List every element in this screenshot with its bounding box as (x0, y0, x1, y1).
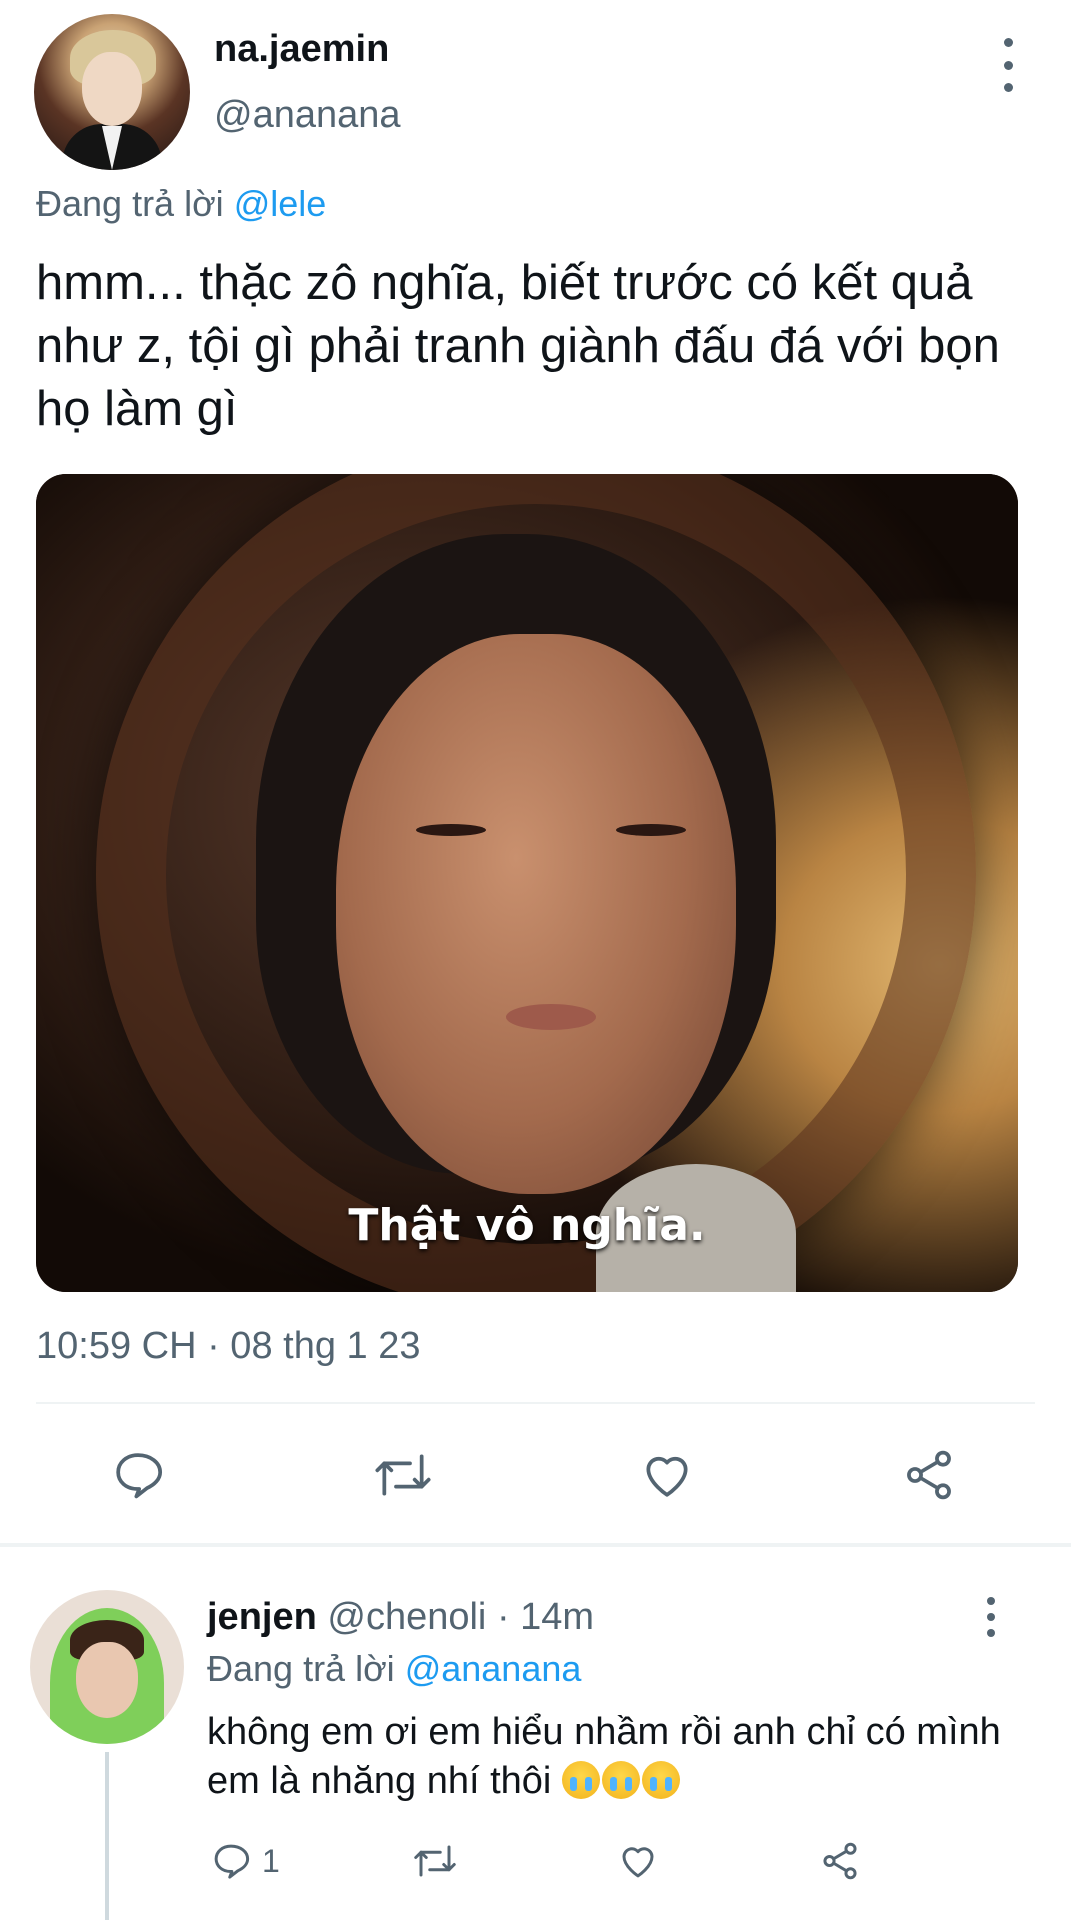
retweet-icon[interactable] (370, 1447, 436, 1503)
replying-to-mention[interactable]: @ananana (405, 1648, 582, 1689)
replying-to: Đang trả lời @lele (36, 183, 326, 225)
reply-retweet-icon[interactable] (410, 1840, 460, 1882)
divider (36, 1402, 1035, 1404)
replying-to-label: Đang trả lời (207, 1648, 405, 1689)
replying-to-label: Đang trả lời (36, 183, 234, 224)
reply-avatar[interactable] (30, 1590, 184, 1744)
replying-to-mention[interactable]: @lele (234, 183, 327, 224)
reply-like-icon[interactable] (616, 1840, 660, 1882)
reply-more-options-icon[interactable] (979, 1597, 1003, 1637)
tweet-timestamp[interactable]: 10:59 CH · 08 thg 1 23 (36, 1325, 420, 1368)
loudly-crying-face-icon (601, 1761, 640, 1799)
loudly-crying-face-icon (561, 1761, 600, 1799)
more-options-icon[interactable] (996, 38, 1020, 92)
thread-line (105, 1752, 109, 1920)
reply-handle[interactable]: @chenoli (327, 1596, 486, 1638)
reply-share-icon[interactable] (818, 1840, 862, 1882)
like-icon[interactable] (638, 1447, 696, 1503)
reply-icon (214, 1844, 250, 1879)
reply-icon[interactable] (110, 1447, 166, 1503)
reply-replying-to: Đang trả lời @ananana (207, 1648, 581, 1690)
user-handle[interactable]: @ananana (214, 94, 401, 137)
media-eye-left (416, 824, 486, 836)
avatar-face (82, 52, 142, 126)
tweet-media-image[interactable]: Thật vô nghĩa. (36, 474, 1018, 1292)
reply-reply-button[interactable]: 1 (210, 1840, 280, 1882)
media-subtitle: Thật vô nghĩa. (348, 1200, 706, 1251)
loudly-crying-face-icon (641, 1761, 680, 1799)
media-face (336, 634, 736, 1194)
reply-display-name[interactable]: jenjen (207, 1596, 317, 1638)
media-lips (506, 1004, 596, 1030)
reply-count: 1 (262, 1842, 280, 1879)
reply-header: jenjen @chenoli · 14m (207, 1596, 594, 1639)
avatar[interactable] (34, 14, 190, 170)
media-eye-right (616, 824, 686, 836)
reply-text: không em ơi em hiểu nhầm rồi anh chỉ có … (207, 1708, 1037, 1806)
section-separator (0, 1543, 1071, 1547)
share-icon[interactable] (900, 1447, 958, 1503)
reply-time[interactable]: · 14m (497, 1596, 594, 1638)
avatar-face (76, 1642, 138, 1718)
display-name[interactable]: na.jaemin (214, 28, 389, 71)
tweet-text: hmm... thặc zô nghĩa, biết trước có kết … (36, 256, 1000, 436)
